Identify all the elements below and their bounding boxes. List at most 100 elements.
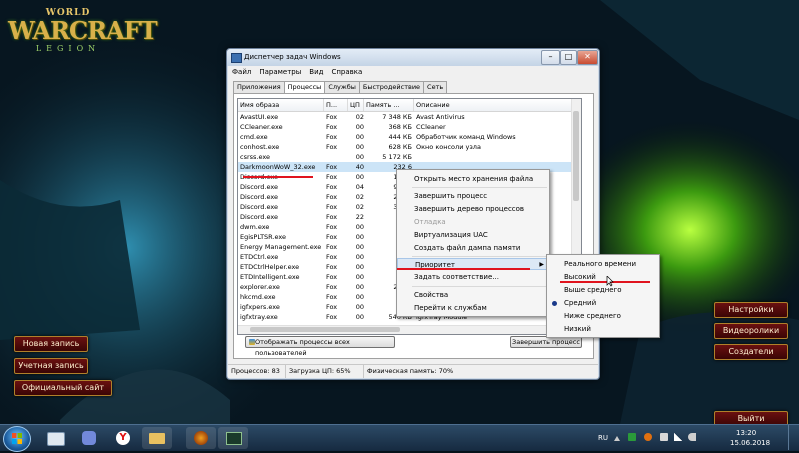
table-row[interactable]: AvastUI.exe Fox 02 7 348 КБ Avast Antivirus <box>238 112 581 122</box>
menu-separator <box>412 187 547 188</box>
new-account-button[interactable]: Новая запись <box>14 336 88 352</box>
taskbar-explorer[interactable] <box>40 427 70 449</box>
menu-debug: Отладка <box>414 218 446 226</box>
status-bar: Процессов: 83 Загрузка ЦП: 65% Физическа… <box>228 364 598 378</box>
priority-realtime[interactable]: Реального времени <box>547 258 659 270</box>
col-memory[interactable]: Память ... <box>364 99 414 111</box>
cell-name: Discord.exe <box>240 213 279 221</box>
credits-button[interactable]: Создатели <box>714 344 788 360</box>
cell-cpu: 00 <box>355 143 364 151</box>
volume-icon[interactable] <box>688 433 696 441</box>
logo-line-legion: LEGION <box>35 44 101 53</box>
task-manager-taskbar-icon <box>226 432 242 445</box>
tray-expand-icon[interactable] <box>614 435 620 441</box>
cell-user: Fox <box>326 123 338 131</box>
menu-properties[interactable]: Свойства <box>397 289 549 301</box>
menu-end-process-tree[interactable]: Завершить дерево процессов <box>397 203 549 215</box>
cell-name: DarkmoonWoW_32.exe <box>240 163 316 171</box>
language-indicator[interactable]: RU <box>598 434 608 442</box>
menu-end-process[interactable]: Завершить процесс <box>397 190 549 202</box>
taskbar-task-manager[interactable] <box>218 427 248 449</box>
cell-user: Fox <box>326 283 338 291</box>
tab-network[interactable]: Сеть <box>423 81 448 93</box>
priority-low[interactable]: Низкий <box>547 323 659 335</box>
tray-app-icon[interactable] <box>628 433 636 441</box>
col-user[interactable]: П... <box>324 99 348 111</box>
show-desktop-button[interactable] <box>788 425 799 450</box>
cell-name: EgisPLTSR.exe <box>240 233 287 241</box>
cell-cpu: 40 <box>355 163 364 171</box>
tab-applications[interactable]: Приложения <box>233 81 285 93</box>
priority-below-normal[interactable]: Ниже среднего <box>547 310 659 322</box>
status-cpu: Загрузка ЦП: 65% <box>286 365 364 378</box>
menu-file[interactable]: Файл <box>228 66 255 78</box>
taskbar-folder[interactable] <box>142 427 172 449</box>
cell-user: Fox <box>326 313 338 321</box>
show-all-processes-button[interactable]: Отображать процессы всех пользователей <box>245 336 395 357</box>
network-icon[interactable] <box>674 433 682 441</box>
taskbar-discord[interactable] <box>74 427 104 449</box>
close-button[interactable]: ✕ <box>577 50 598 65</box>
cell-cpu: 00 <box>355 123 364 131</box>
col-description[interactable]: Описание <box>414 99 572 111</box>
logo-line-warcraft: WARCRAFT <box>8 16 158 45</box>
cell-name: Energy Management.exe <box>240 243 322 251</box>
clock-time[interactable]: 13:20 <box>736 429 756 437</box>
cell-name: ETDIntelligent.exe <box>240 273 300 281</box>
cell-name: csrss.exe <box>240 153 271 161</box>
col-cpu[interactable]: ЦП <box>348 99 364 111</box>
menu-uac-virtualization[interactable]: Виртуализация UAC <box>397 229 549 241</box>
table-row[interactable]: csrss.exe 00 5 172 КБ <box>238 152 581 162</box>
menu-go-to-services[interactable]: Перейти к службам <box>397 302 549 314</box>
title-bar[interactable]: Диспетчер задач Windows – □ ✕ <box>227 49 599 66</box>
menu-set-affinity[interactable]: Задать соответствие... <box>397 271 549 283</box>
priority-normal[interactable]: Средний <box>547 297 659 309</box>
yandex-browser-icon: Y <box>116 431 130 445</box>
col-image-name[interactable]: Имя образа <box>238 99 324 111</box>
horizontal-scroll-thumb[interactable] <box>250 327 400 332</box>
maximize-button[interactable]: □ <box>560 50 577 65</box>
cell-user: Fox <box>326 213 338 221</box>
shield-icon <box>249 339 255 345</box>
battery-icon[interactable] <box>660 433 668 441</box>
cell-cpu: 00 <box>355 293 364 301</box>
horizontal-scrollbar[interactable] <box>238 325 572 334</box>
table-row[interactable]: conhost.exe Fox 00 628 КБ Окно консоли узла <box>238 142 581 152</box>
cell-cpu: 00 <box>355 223 364 231</box>
minimize-button[interactable]: – <box>541 50 560 65</box>
tab-services[interactable]: Службы <box>324 81 360 93</box>
settings-button[interactable]: Настройки <box>714 302 788 318</box>
avast-tray-icon[interactable] <box>644 433 652 441</box>
cell-cpu: 00 <box>355 283 364 291</box>
cell-user: Fox <box>326 173 338 181</box>
table-row[interactable]: CCleaner.exe Fox 00 368 КБ CCleaner <box>238 122 581 132</box>
official-site-button[interactable]: Официальный сайт <box>14 380 112 396</box>
taskbar-yandex-browser[interactable]: Y <box>108 427 138 449</box>
highlight-underline-high <box>560 281 650 283</box>
cell-cpu: 00 <box>355 173 364 181</box>
clock-date[interactable]: 15.06.2018 <box>730 439 770 447</box>
priority-above-normal[interactable]: Выше среднего <box>547 284 659 296</box>
menu-options[interactable]: Параметры <box>255 66 305 78</box>
wow-logo: WORLD WARCRAFT LEGION <box>8 8 158 70</box>
account-button[interactable]: Учетная запись <box>14 358 88 374</box>
videos-button[interactable]: Видеоролики <box>714 323 788 339</box>
vertical-scroll-thumb[interactable] <box>573 111 579 201</box>
cell-name: ETDCtrlHelper.exe <box>240 263 300 271</box>
start-button[interactable] <box>3 426 31 452</box>
menu-open-file-location[interactable]: Открыть место хранения файла <box>397 173 549 185</box>
tab-performance[interactable]: Быстродействие <box>358 81 425 93</box>
taskbar-wow[interactable] <box>186 427 216 449</box>
menu-view[interactable]: Вид <box>305 66 327 78</box>
cell-name: Discord.exe <box>240 183 279 191</box>
menu-help[interactable]: Справка <box>327 66 366 78</box>
cell-mem: 5 172 КБ <box>382 153 412 161</box>
cell-name: cmd.exe <box>240 133 268 141</box>
status-processes: Процессов: 83 <box>228 365 286 378</box>
table-row[interactable]: cmd.exe Fox 00 444 КБ Обработчик команд Wind… <box>238 132 581 142</box>
menu-separator <box>412 286 547 287</box>
folder-icon <box>149 433 165 444</box>
menu-create-dump[interactable]: Создать файл дампа памяти <box>397 242 549 254</box>
cell-name: Discord.exe <box>240 193 279 201</box>
cell-cpu: 02 <box>355 193 364 201</box>
